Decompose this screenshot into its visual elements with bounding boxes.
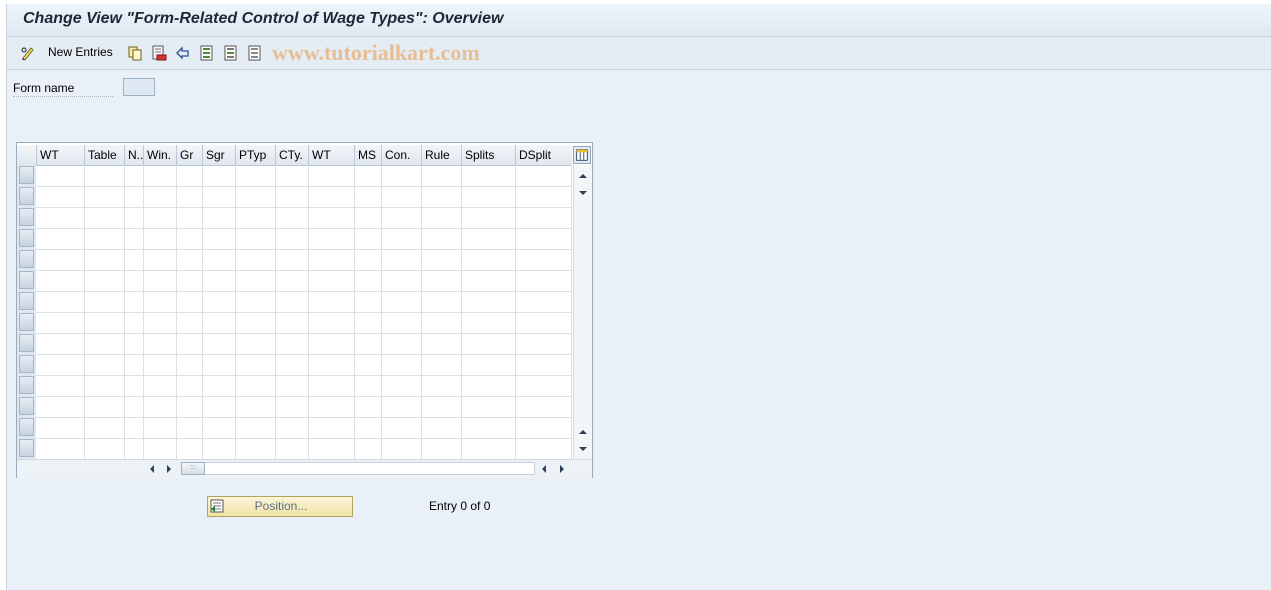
row-selector[interactable] bbox=[19, 355, 34, 373]
column-header-wt[interactable]: WT bbox=[36, 145, 84, 165]
row-selector[interactable] bbox=[19, 313, 34, 331]
row-divider bbox=[36, 312, 572, 313]
row-divider bbox=[36, 186, 572, 187]
column-divider bbox=[202, 165, 203, 459]
row-selector[interactable] bbox=[19, 208, 34, 226]
scroll-left-icon[interactable] bbox=[540, 464, 548, 474]
delete-icon[interactable] bbox=[151, 45, 167, 61]
column-header-con[interactable]: Con. bbox=[381, 145, 421, 165]
column-divider bbox=[354, 165, 355, 459]
column-divider bbox=[308, 165, 309, 459]
row-divider bbox=[36, 396, 572, 397]
column-header-ptyp[interactable]: PTyp bbox=[235, 145, 275, 165]
column-divider bbox=[176, 165, 177, 459]
column-divider bbox=[275, 165, 276, 459]
row-divider bbox=[36, 354, 572, 355]
row-selector[interactable] bbox=[19, 334, 34, 352]
form-name-label: Form name bbox=[13, 81, 75, 95]
form-name-input[interactable] bbox=[123, 78, 155, 96]
column-header-splits[interactable]: Splits bbox=[461, 145, 515, 165]
column-divider bbox=[461, 165, 462, 459]
row-selector[interactable] bbox=[19, 376, 34, 394]
column-header-wt-2[interactable]: WT bbox=[308, 145, 354, 165]
new-entries-button[interactable]: New Entries bbox=[48, 45, 113, 59]
scroll-right-icon[interactable] bbox=[165, 464, 173, 474]
position-button-label: Position... bbox=[254, 499, 308, 513]
row-divider bbox=[36, 375, 572, 376]
column-header-gr[interactable]: Gr bbox=[176, 145, 202, 165]
row-divider bbox=[36, 270, 572, 271]
wage-type-table: WT Table N.. Win. Gr Sgr PTyp CTy. WT MS… bbox=[16, 142, 593, 478]
row-selector[interactable] bbox=[19, 166, 34, 184]
label-underline bbox=[13, 96, 113, 97]
scroll-bottom-icon[interactable] bbox=[578, 445, 588, 453]
row-divider bbox=[36, 417, 572, 418]
row-divider bbox=[36, 438, 572, 439]
row-divider bbox=[36, 291, 572, 292]
column-divider bbox=[235, 165, 236, 459]
column-divider bbox=[515, 165, 516, 459]
column-header-ms[interactable]: MS bbox=[354, 145, 381, 165]
select-block-icon[interactable] bbox=[223, 45, 239, 61]
column-header-rule[interactable]: Rule bbox=[421, 145, 461, 165]
column-divider bbox=[84, 165, 85, 459]
page-title: Change View "Form-Related Control of Wag… bbox=[23, 10, 504, 27]
column-divider bbox=[381, 165, 382, 459]
column-header-cty[interactable]: CTy. bbox=[275, 145, 308, 165]
title-bar: Change View "Form-Related Control of Wag… bbox=[7, 4, 1271, 37]
row-divider bbox=[36, 333, 572, 334]
column-header-win[interactable]: Win. bbox=[143, 145, 176, 165]
row-divider bbox=[36, 228, 572, 229]
main-window: Change View "Form-Related Control of Wag… bbox=[6, 4, 1271, 590]
table-header: WT Table N.. Win. Gr Sgr PTyp CTy. WT MS… bbox=[17, 145, 572, 166]
undo-icon[interactable] bbox=[175, 45, 191, 61]
horizontal-scrollbar[interactable]: ::: bbox=[17, 459, 592, 478]
row-selector[interactable] bbox=[19, 397, 34, 415]
row-selector-column bbox=[17, 165, 36, 459]
select-all-icon[interactable] bbox=[199, 45, 215, 61]
row-selector[interactable] bbox=[19, 418, 34, 436]
column-divider bbox=[143, 165, 144, 459]
scroll-up-icon[interactable] bbox=[578, 428, 588, 436]
column-divider bbox=[421, 165, 422, 459]
table-body[interactable] bbox=[36, 165, 572, 459]
column-divider bbox=[124, 165, 125, 459]
column-header-dsplit[interactable]: DSplit bbox=[515, 145, 572, 165]
scroll-top-icon[interactable] bbox=[578, 172, 588, 180]
scroll-left-icon[interactable] bbox=[148, 464, 156, 474]
vertical-scrollbar[interactable] bbox=[573, 165, 592, 459]
column-header-sgr[interactable]: Sgr bbox=[202, 145, 235, 165]
scroll-track[interactable] bbox=[181, 462, 535, 475]
watermark: www.tutorialkart.com bbox=[272, 40, 480, 65]
table-settings-icon[interactable] bbox=[573, 146, 591, 164]
column-header-table[interactable]: Table bbox=[84, 145, 124, 165]
column-divider bbox=[571, 165, 572, 459]
row-selector[interactable] bbox=[19, 292, 34, 310]
row-selector[interactable] bbox=[19, 271, 34, 289]
position-button[interactable]: Position... bbox=[207, 496, 353, 517]
entry-counter: Entry 0 of 0 bbox=[429, 499, 491, 513]
column-header-n[interactable]: N.. bbox=[124, 145, 143, 165]
row-selector[interactable] bbox=[19, 439, 34, 457]
row-selector[interactable] bbox=[19, 229, 34, 247]
scroll-down-icon[interactable] bbox=[578, 189, 588, 197]
scroll-thumb[interactable]: ::: bbox=[181, 462, 205, 475]
deselect-all-icon[interactable] bbox=[247, 45, 263, 61]
row-selector[interactable] bbox=[19, 250, 34, 268]
row-divider bbox=[36, 249, 572, 250]
scroll-right-icon[interactable] bbox=[558, 464, 566, 474]
row-selector[interactable] bbox=[19, 187, 34, 205]
application-toolbar: New Entries www.tutorialkart.com bbox=[7, 37, 1271, 70]
copy-icon[interactable] bbox=[127, 45, 143, 61]
row-divider bbox=[36, 207, 572, 208]
change-display-icon[interactable] bbox=[20, 45, 36, 61]
